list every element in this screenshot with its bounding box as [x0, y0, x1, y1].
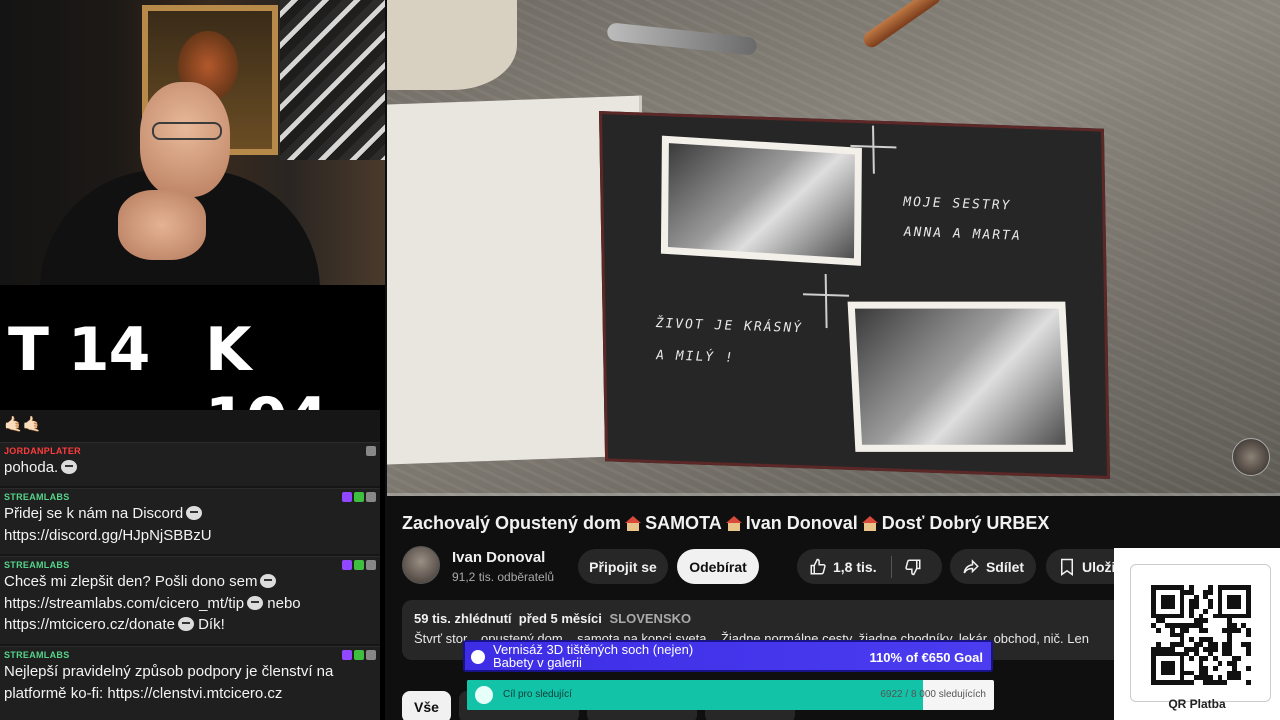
chat-message-text: https://streamlabs.com/cicero_mt/tip neb…: [4, 594, 301, 612]
donation-goal-amount: 110% of €650 Goal: [869, 650, 983, 665]
like-count[interactable]: 1,8 tis.: [833, 559, 877, 575]
badge-icon: [342, 560, 352, 570]
bookmark-icon: [1058, 558, 1076, 576]
skull-emote-icon: [247, 595, 264, 610]
chat-username: STREAMLABS: [4, 492, 70, 502]
chat-message-text: 🤙🏻🤙🏻: [4, 416, 42, 433]
channel-avatar[interactable]: [402, 546, 440, 584]
chat-link[interactable]: https://mtcicero.cz/donate: [4, 616, 175, 633]
donation-goal-widget: Vernisáž 3D tištěných soch (nejen) Babet…: [463, 640, 993, 672]
subscribe-button[interactable]: Odebírat: [677, 549, 759, 584]
acoustic-foam: [280, 0, 385, 160]
description-meta: 59 tis. zhlédnutí před 5 měsíci SLOVENSK…: [414, 611, 692, 626]
badge-icon: [366, 560, 376, 570]
chip-all[interactable]: Vše: [402, 691, 451, 720]
chat-message-text: https://mtcicero.cz/donate Dík!: [4, 616, 225, 633]
like-dislike-group: 1,8 tis.: [797, 549, 942, 584]
badge-icon: [366, 650, 376, 660]
follower-goal-widget: Cíl pro sledující 6922 / 8 000 sledující…: [467, 680, 994, 710]
stream-sidebar: T 14 K 104 🤙🏻🤙🏻 JORDANPLATER pohoda. STR…: [0, 0, 385, 720]
badge-icon: [354, 492, 364, 502]
cross-mark: [872, 125, 875, 174]
score-counter: T 14 K 104: [0, 285, 385, 455]
webcam-feed: [0, 0, 385, 285]
badge-icon: [366, 446, 376, 456]
follower-goal-count: 6922 / 8 000 sledujících: [880, 689, 986, 700]
heart-icon: [471, 650, 485, 664]
chat-badges: [366, 446, 376, 456]
counter-t: T 14: [8, 315, 150, 385]
donation-goal-title: Vernisáž 3D tištěných soch (nejen) Babet…: [493, 642, 694, 670]
qr-code-icon: [1151, 585, 1251, 685]
chat-message-text: Nejlepší pravidelný způsob podpory je čl…: [4, 663, 334, 680]
divider: [890, 555, 892, 578]
share-arrow-icon: [962, 558, 980, 576]
screen: T 14 K 104 🤙🏻🤙🏻 JORDANPLATER pohoda. STR…: [0, 0, 1280, 720]
qr-label: QR Platba: [1168, 697, 1226, 711]
photo-image: [667, 143, 855, 259]
skull-emote-icon: [186, 506, 203, 520]
house-emoji-icon: [725, 516, 742, 531]
video-player[interactable]: MOJE SESTRY ANNA A MARTA ŽIVOT JE KRÁSNÝ…: [387, 0, 1280, 496]
album-right-page: MOJE SESTRY ANNA A MARTA ŽIVOT JE KRÁSNÝ…: [598, 111, 1111, 479]
subscriber-count: 91,2 tis. odběratelů: [452, 570, 555, 584]
chat-link[interactable]: https://streamlabs.com/cicero_mt/tip: [4, 595, 244, 612]
share-button[interactable]: Sdílet: [950, 549, 1036, 584]
album-caption: ANNA A MARTA: [903, 224, 1022, 244]
chat-username: JORDANPLATER: [4, 446, 81, 456]
chat-username: STREAMLABS: [4, 650, 70, 660]
chat-link[interactable]: https://discord.gg/HJpNjSBBzU: [4, 525, 376, 547]
thumbs-up-icon[interactable]: [809, 558, 827, 576]
cross-mark: [824, 273, 828, 329]
badge-icon: [342, 492, 352, 502]
house-emoji-icon: [861, 516, 878, 531]
ghost-icon: [475, 686, 493, 704]
qr-payment-card: QR Platba: [1114, 548, 1280, 720]
chat-badges: [342, 492, 376, 502]
chat-badges: [342, 560, 376, 570]
badge-icon: [354, 650, 364, 660]
badge-icon: [342, 650, 352, 660]
chat-message-text: platformě ko-fi: https://clenstvi.mtcice…: [4, 684, 283, 702]
photo-family: [847, 301, 1074, 452]
skull-emote-icon: [177, 617, 194, 631]
qr-frame: [1130, 564, 1271, 702]
chat-message: 🤙🏻🤙🏻: [0, 410, 380, 440]
thumbs-down-icon[interactable]: [904, 558, 922, 576]
channel-watermark-icon[interactable]: [1232, 438, 1270, 476]
yarn-spool: [387, 0, 517, 90]
chat-message-text: Chceš mi zlepšit den? Pošli dono sem: [4, 571, 376, 593]
chat-message-text: Přidej se k nám na Discord: [4, 503, 376, 525]
follower-goal-label: Cíl pro sledující: [503, 689, 572, 700]
hashtag[interactable]: SLOVENSKO: [609, 611, 691, 626]
badge-icon: [354, 560, 364, 570]
chat-panel: 🤙🏻🤙🏻 JORDANPLATER pohoda. STREAMLABS Při…: [0, 410, 380, 720]
join-button[interactable]: Připojit se: [578, 549, 668, 584]
skull-emote-icon: [61, 460, 78, 474]
chat-message: STREAMLABS Nejlepší pravidelný způsob po…: [0, 646, 380, 720]
video-progress-bar[interactable]: [387, 493, 1280, 496]
video-title: Zachovalý Opustený dom SAMOTA Ivan Donoval…: [402, 513, 1050, 533]
chat-message-text: pohoda.: [4, 457, 376, 479]
channel-name[interactable]: Ivan Donoval: [452, 549, 545, 566]
chat-username: STREAMLABS: [4, 560, 70, 570]
photo-image: [854, 308, 1066, 445]
skull-emote-icon: [260, 574, 277, 588]
album-caption: A MILÝ !: [656, 348, 735, 366]
chat-message: STREAMLABS Chceš mi zlepšit den? Pošli d…: [0, 556, 380, 644]
badge-icon: [366, 492, 376, 502]
chat-message: STREAMLABS Přidej se k nám na Discord ht…: [0, 488, 380, 554]
glasses: [152, 122, 222, 140]
photo-sisters: [660, 135, 862, 266]
house-emoji-icon: [625, 516, 642, 531]
album-caption: ŽIVOT JE KRÁSNÝ: [655, 316, 804, 337]
album-caption: MOJE SESTRY: [903, 194, 1012, 214]
chat-message: JORDANPLATER pohoda.: [0, 442, 380, 486]
streamer-hands: [118, 190, 206, 260]
chat-badges: [342, 650, 376, 660]
